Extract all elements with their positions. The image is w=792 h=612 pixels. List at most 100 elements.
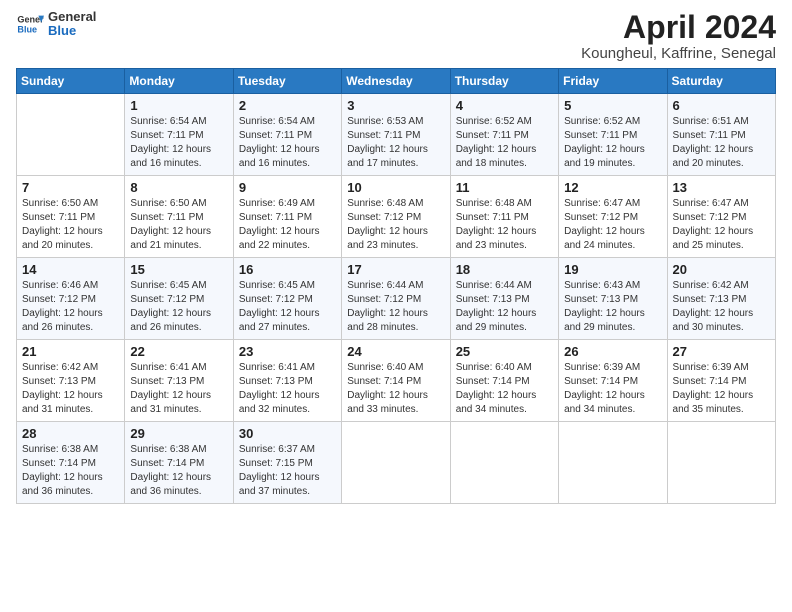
day-number: 20	[673, 262, 770, 277]
week-row: 28 Sunrise: 6:38 AMSunset: 7:14 PMDaylig…	[17, 422, 776, 504]
day-cell: 14 Sunrise: 6:46 AMSunset: 7:12 PMDaylig…	[17, 258, 125, 340]
day-cell: 22 Sunrise: 6:41 AMSunset: 7:13 PMDaylig…	[125, 340, 233, 422]
day-info: Sunrise: 6:38 AMSunset: 7:14 PMDaylight:…	[22, 444, 103, 497]
day-number: 25	[456, 344, 553, 359]
day-info: Sunrise: 6:48 AMSunset: 7:12 PMDaylight:…	[347, 198, 428, 251]
day-number: 12	[564, 180, 661, 195]
day-number: 8	[130, 180, 227, 195]
day-cell: 2 Sunrise: 6:54 AMSunset: 7:11 PMDayligh…	[233, 94, 341, 176]
header-day: Wednesday	[342, 69, 450, 94]
day-cell: 18 Sunrise: 6:44 AMSunset: 7:13 PMDaylig…	[450, 258, 558, 340]
day-cell: 23 Sunrise: 6:41 AMSunset: 7:13 PMDaylig…	[233, 340, 341, 422]
day-info: Sunrise: 6:41 AMSunset: 7:13 PMDaylight:…	[130, 362, 211, 415]
day-number: 1	[130, 98, 227, 113]
day-info: Sunrise: 6:45 AMSunset: 7:12 PMDaylight:…	[130, 280, 211, 333]
day-cell: 28 Sunrise: 6:38 AMSunset: 7:14 PMDaylig…	[17, 422, 125, 504]
day-cell: 9 Sunrise: 6:49 AMSunset: 7:11 PMDayligh…	[233, 176, 341, 258]
header-day: Thursday	[450, 69, 558, 94]
day-cell: 6 Sunrise: 6:51 AMSunset: 7:11 PMDayligh…	[667, 94, 775, 176]
day-cell: 27 Sunrise: 6:39 AMSunset: 7:14 PMDaylig…	[667, 340, 775, 422]
header-day: Friday	[559, 69, 667, 94]
day-number: 21	[22, 344, 119, 359]
title-block: April 2024 Koungheul, Kaffrine, Senegal	[581, 10, 776, 62]
day-number: 18	[456, 262, 553, 277]
day-cell: 4 Sunrise: 6:52 AMSunset: 7:11 PMDayligh…	[450, 94, 558, 176]
day-info: Sunrise: 6:50 AMSunset: 7:11 PMDaylight:…	[22, 198, 103, 251]
calendar-subtitle: Koungheul, Kaffrine, Senegal	[581, 45, 776, 62]
day-info: Sunrise: 6:47 AMSunset: 7:12 PMDaylight:…	[564, 198, 645, 251]
day-cell: 7 Sunrise: 6:50 AMSunset: 7:11 PMDayligh…	[17, 176, 125, 258]
day-number: 9	[239, 180, 336, 195]
day-cell: 15 Sunrise: 6:45 AMSunset: 7:12 PMDaylig…	[125, 258, 233, 340]
day-cell	[17, 94, 125, 176]
day-cell: 10 Sunrise: 6:48 AMSunset: 7:12 PMDaylig…	[342, 176, 450, 258]
day-number: 17	[347, 262, 444, 277]
logo: General Blue General Blue	[16, 10, 96, 39]
day-info: Sunrise: 6:41 AMSunset: 7:13 PMDaylight:…	[239, 362, 320, 415]
calendar-table: SundayMondayTuesdayWednesdayThursdayFrid…	[16, 68, 776, 504]
day-cell: 12 Sunrise: 6:47 AMSunset: 7:12 PMDaylig…	[559, 176, 667, 258]
day-number: 10	[347, 180, 444, 195]
day-cell: 13 Sunrise: 6:47 AMSunset: 7:12 PMDaylig…	[667, 176, 775, 258]
day-number: 5	[564, 98, 661, 113]
day-cell: 25 Sunrise: 6:40 AMSunset: 7:14 PMDaylig…	[450, 340, 558, 422]
header-day: Tuesday	[233, 69, 341, 94]
logo-general: General	[48, 10, 96, 24]
svg-text:Blue: Blue	[17, 25, 37, 35]
day-info: Sunrise: 6:40 AMSunset: 7:14 PMDaylight:…	[347, 362, 428, 415]
day-info: Sunrise: 6:37 AMSunset: 7:15 PMDaylight:…	[239, 444, 320, 497]
day-cell: 24 Sunrise: 6:40 AMSunset: 7:14 PMDaylig…	[342, 340, 450, 422]
day-info: Sunrise: 6:40 AMSunset: 7:14 PMDaylight:…	[456, 362, 537, 415]
header-day: Saturday	[667, 69, 775, 94]
day-cell: 26 Sunrise: 6:39 AMSunset: 7:14 PMDaylig…	[559, 340, 667, 422]
day-info: Sunrise: 6:44 AMSunset: 7:13 PMDaylight:…	[456, 280, 537, 333]
day-cell: 19 Sunrise: 6:43 AMSunset: 7:13 PMDaylig…	[559, 258, 667, 340]
day-info: Sunrise: 6:45 AMSunset: 7:12 PMDaylight:…	[239, 280, 320, 333]
day-cell: 30 Sunrise: 6:37 AMSunset: 7:15 PMDaylig…	[233, 422, 341, 504]
day-number: 29	[130, 426, 227, 441]
page: General Blue General Blue April 2024 Kou…	[0, 0, 792, 612]
day-cell	[342, 422, 450, 504]
day-number: 6	[673, 98, 770, 113]
day-cell: 20 Sunrise: 6:42 AMSunset: 7:13 PMDaylig…	[667, 258, 775, 340]
week-row: 21 Sunrise: 6:42 AMSunset: 7:13 PMDaylig…	[17, 340, 776, 422]
calendar-title: April 2024	[581, 10, 776, 45]
day-cell: 1 Sunrise: 6:54 AMSunset: 7:11 PMDayligh…	[125, 94, 233, 176]
day-info: Sunrise: 6:46 AMSunset: 7:12 PMDaylight:…	[22, 280, 103, 333]
day-cell	[667, 422, 775, 504]
day-info: Sunrise: 6:39 AMSunset: 7:14 PMDaylight:…	[564, 362, 645, 415]
day-info: Sunrise: 6:42 AMSunset: 7:13 PMDaylight:…	[673, 280, 754, 333]
day-info: Sunrise: 6:39 AMSunset: 7:14 PMDaylight:…	[673, 362, 754, 415]
day-number: 27	[673, 344, 770, 359]
header-day: Monday	[125, 69, 233, 94]
day-info: Sunrise: 6:49 AMSunset: 7:11 PMDaylight:…	[239, 198, 320, 251]
day-info: Sunrise: 6:53 AMSunset: 7:11 PMDaylight:…	[347, 116, 428, 169]
day-cell: 11 Sunrise: 6:48 AMSunset: 7:11 PMDaylig…	[450, 176, 558, 258]
day-info: Sunrise: 6:52 AMSunset: 7:11 PMDaylight:…	[564, 116, 645, 169]
day-info: Sunrise: 6:38 AMSunset: 7:14 PMDaylight:…	[130, 444, 211, 497]
day-info: Sunrise: 6:54 AMSunset: 7:11 PMDaylight:…	[130, 116, 211, 169]
day-number: 7	[22, 180, 119, 195]
day-number: 3	[347, 98, 444, 113]
day-cell: 29 Sunrise: 6:38 AMSunset: 7:14 PMDaylig…	[125, 422, 233, 504]
day-info: Sunrise: 6:47 AMSunset: 7:12 PMDaylight:…	[673, 198, 754, 251]
day-number: 23	[239, 344, 336, 359]
header: General Blue General Blue April 2024 Kou…	[16, 10, 776, 62]
logo-blue: Blue	[48, 24, 96, 38]
day-info: Sunrise: 6:52 AMSunset: 7:11 PMDaylight:…	[456, 116, 537, 169]
day-cell: 17 Sunrise: 6:44 AMSunset: 7:12 PMDaylig…	[342, 258, 450, 340]
day-number: 4	[456, 98, 553, 113]
day-number: 30	[239, 426, 336, 441]
day-number: 14	[22, 262, 119, 277]
day-number: 19	[564, 262, 661, 277]
day-info: Sunrise: 6:44 AMSunset: 7:12 PMDaylight:…	[347, 280, 428, 333]
header-day: Sunday	[17, 69, 125, 94]
day-number: 11	[456, 180, 553, 195]
day-info: Sunrise: 6:48 AMSunset: 7:11 PMDaylight:…	[456, 198, 537, 251]
day-info: Sunrise: 6:42 AMSunset: 7:13 PMDaylight:…	[22, 362, 103, 415]
day-cell: 3 Sunrise: 6:53 AMSunset: 7:11 PMDayligh…	[342, 94, 450, 176]
week-row: 7 Sunrise: 6:50 AMSunset: 7:11 PMDayligh…	[17, 176, 776, 258]
week-row: 1 Sunrise: 6:54 AMSunset: 7:11 PMDayligh…	[17, 94, 776, 176]
day-info: Sunrise: 6:51 AMSunset: 7:11 PMDaylight:…	[673, 116, 754, 169]
day-number: 22	[130, 344, 227, 359]
